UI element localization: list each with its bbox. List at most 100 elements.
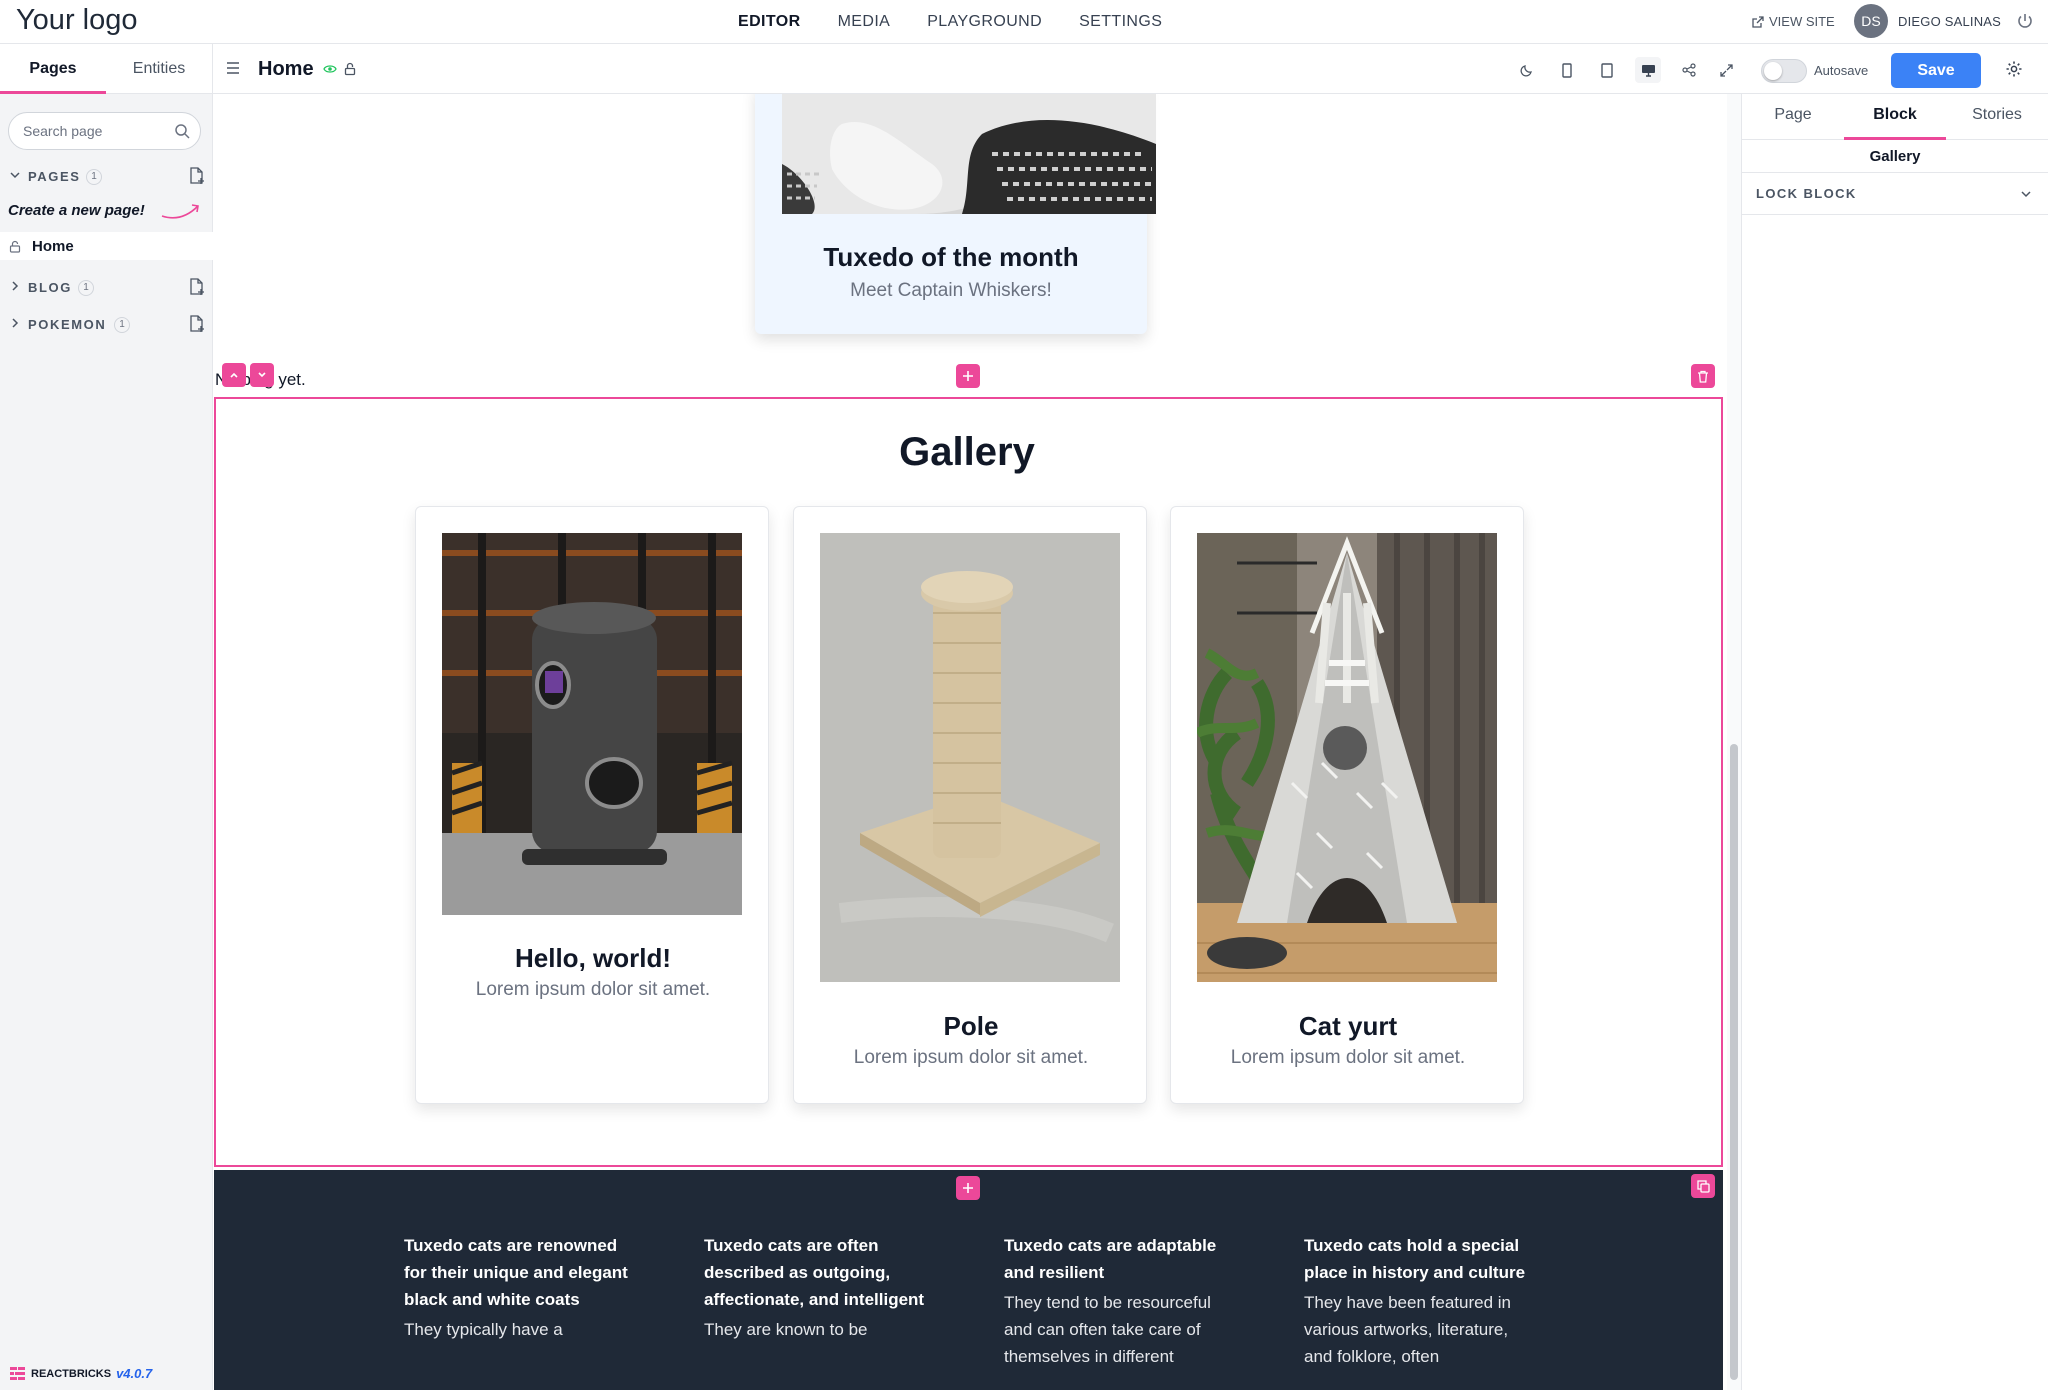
tab-block[interactable]: Block bbox=[1844, 94, 1946, 140]
page-item-home[interactable]: Home bbox=[0, 232, 213, 260]
chevron-right-icon bbox=[12, 281, 19, 291]
selected-block-name: Gallery bbox=[1742, 140, 2048, 173]
desktop-view-icon[interactable] bbox=[1635, 57, 1661, 83]
tab-pages[interactable]: Pages bbox=[0, 44, 106, 94]
fullscreen-icon[interactable] bbox=[1713, 57, 1739, 83]
menu-icon[interactable] bbox=[225, 61, 241, 75]
logo[interactable]: Your logo bbox=[16, 4, 137, 37]
add-block-button[interactable] bbox=[956, 364, 980, 388]
editor-toolbar: Home Autosave Save bbox=[213, 44, 2048, 94]
section-label: PAGES bbox=[28, 169, 81, 184]
feature-column[interactable]: Tuxedo cats are often described as outgo… bbox=[704, 1232, 934, 1343]
tablet-view-icon[interactable] bbox=[1594, 57, 1620, 83]
feature-card-title[interactable]: Tuxedo of the month bbox=[755, 242, 1147, 273]
lock-block-label: LOCK BLOCK bbox=[1756, 186, 1857, 201]
move-up-button[interactable] bbox=[222, 363, 246, 387]
gallery-title[interactable]: Gallery bbox=[213, 430, 1721, 475]
move-down-button[interactable] bbox=[250, 363, 274, 387]
chevron-down-icon bbox=[2021, 191, 2031, 198]
gallery-card[interactable]: Hello, world! Lorem ipsum dolor sit amet… bbox=[415, 506, 769, 1104]
autosave-toggle[interactable] bbox=[1761, 59, 1807, 83]
main-nav: EDITOR MEDIA PLAYGROUND SETTINGS bbox=[738, 13, 1162, 31]
feature-heading[interactable]: Tuxedo cats are adaptable and resilient bbox=[1004, 1232, 1234, 1286]
sidebar-tabs: Pages Entities bbox=[0, 44, 212, 94]
add-page-icon[interactable] bbox=[188, 167, 205, 185]
search-box bbox=[8, 112, 201, 150]
canvas-scrollbar[interactable] bbox=[1727, 94, 1741, 1390]
create-page-hint: Create a new page! bbox=[8, 202, 145, 219]
reactbricks-badge[interactable]: REACTBRICKS v4.0.7 bbox=[10, 1366, 152, 1381]
search-input[interactable] bbox=[23, 123, 173, 139]
mobile-view-icon[interactable] bbox=[1554, 57, 1580, 83]
page-item-label: Home bbox=[32, 238, 74, 255]
gallery-card-title[interactable]: Cat yurt bbox=[1171, 1011, 1525, 1042]
section-label: POKEMON bbox=[28, 317, 107, 332]
save-button[interactable]: Save bbox=[1891, 53, 1981, 88]
brand-name: REACTBRICKS bbox=[31, 1367, 112, 1380]
section-blog[interactable]: BLOG 1 bbox=[0, 272, 213, 302]
chevron-down-icon bbox=[10, 172, 20, 179]
search-icon[interactable] bbox=[174, 123, 190, 139]
feature-text[interactable]: They tend to be resourceful and can ofte… bbox=[1004, 1289, 1234, 1370]
gallery-card[interactable]: Cat yurt Lorem ipsum dolor sit amet. bbox=[1170, 506, 1524, 1104]
trash-icon bbox=[1698, 370, 1708, 383]
cat-image bbox=[782, 94, 1156, 214]
feature-text[interactable]: They are known to be bbox=[704, 1316, 934, 1343]
cat-teepee-image bbox=[1197, 533, 1497, 982]
scratching-post-image bbox=[820, 533, 1120, 982]
share-icon[interactable] bbox=[1676, 57, 1702, 83]
feature-text[interactable]: They have been featured in various artwo… bbox=[1304, 1289, 1534, 1370]
tab-page[interactable]: Page bbox=[1742, 94, 1844, 139]
gallery-card-title[interactable]: Pole bbox=[794, 1011, 1148, 1042]
feature-column[interactable]: Tuxedo cats hold a special place in hist… bbox=[1304, 1232, 1534, 1370]
nav-playground[interactable]: PLAYGROUND bbox=[927, 13, 1042, 31]
nav-settings[interactable]: SETTINGS bbox=[1079, 13, 1162, 31]
count-badge: 1 bbox=[78, 280, 94, 296]
feature-text[interactable]: They typically have a bbox=[404, 1316, 634, 1343]
feature-column[interactable]: Tuxedo cats are adaptable and resilient … bbox=[1004, 1232, 1234, 1370]
dark-mode-icon[interactable] bbox=[1514, 57, 1540, 83]
feature-column[interactable]: Tuxedo cats are renowned for their uniqu… bbox=[404, 1232, 634, 1343]
feature-heading[interactable]: Tuxedo cats are renowned for their uniqu… bbox=[404, 1232, 634, 1313]
view-site-link[interactable]: VIEW SITE bbox=[1752, 14, 1835, 29]
user-name[interactable]: DIEGO SALINAS bbox=[1898, 14, 2001, 29]
delete-block-button[interactable] bbox=[1691, 364, 1715, 388]
add-block-button[interactable] bbox=[956, 1176, 980, 1200]
count-badge: 1 bbox=[86, 169, 102, 185]
tab-stories[interactable]: Stories bbox=[1946, 94, 2048, 139]
feature-card-subtitle[interactable]: Meet Captain Whiskers! bbox=[755, 280, 1147, 302]
top-navigation: Your logo EDITOR MEDIA PLAYGROUND SETTIN… bbox=[0, 0, 2048, 44]
chevron-up-icon bbox=[230, 372, 238, 378]
gallery-card-subtitle[interactable]: Lorem ipsum dolor sit amet. bbox=[1171, 1047, 1525, 1069]
gallery-card-subtitle[interactable]: Lorem ipsum dolor sit amet. bbox=[416, 979, 770, 1001]
gallery-card-title[interactable]: Hello, world! bbox=[416, 943, 770, 974]
autosave-label: Autosave bbox=[1814, 63, 1869, 78]
feature-heading[interactable]: Tuxedo cats are often described as outgo… bbox=[704, 1232, 934, 1313]
power-icon[interactable] bbox=[2016, 12, 2034, 30]
scroll-thumb[interactable] bbox=[1730, 744, 1738, 1380]
section-pokemon[interactable]: POKEMON 1 bbox=[0, 309, 213, 339]
section-pages[interactable]: PAGES 1 bbox=[0, 161, 213, 191]
toggle-knob bbox=[1764, 62, 1782, 80]
gear-icon[interactable] bbox=[2005, 60, 2023, 78]
cat-tower-image bbox=[442, 533, 742, 915]
add-page-icon[interactable] bbox=[188, 278, 205, 296]
unlock-icon[interactable] bbox=[344, 62, 356, 76]
add-page-icon[interactable] bbox=[188, 315, 205, 333]
gallery-card[interactable]: Pole Lorem ipsum dolor sit amet. bbox=[793, 506, 1147, 1104]
plus-icon bbox=[963, 1183, 973, 1193]
nav-media[interactable]: MEDIA bbox=[838, 13, 891, 31]
lock-block-section[interactable]: LOCK BLOCK bbox=[1742, 173, 2048, 215]
nav-editor[interactable]: EDITOR bbox=[738, 13, 801, 31]
feature-heading[interactable]: Tuxedo cats hold a special place in hist… bbox=[1304, 1232, 1534, 1286]
version-label: v4.0.7 bbox=[116, 1366, 153, 1381]
tab-entities[interactable]: Entities bbox=[106, 44, 212, 93]
avatar[interactable]: DS bbox=[1854, 4, 1888, 38]
reactbricks-logo-icon bbox=[10, 1366, 25, 1380]
gallery-card-subtitle[interactable]: Lorem ipsum dolor sit amet. bbox=[794, 1047, 1148, 1069]
eye-icon[interactable] bbox=[323, 63, 337, 75]
view-site-label: VIEW SITE bbox=[1769, 14, 1835, 29]
right-sidebar: Page Block Stories Gallery LOCK BLOCK bbox=[1741, 94, 2048, 1390]
features-block[interactable]: Tuxedo cats are renowned for their uniqu… bbox=[214, 1170, 1723, 1390]
duplicate-block-button[interactable] bbox=[1691, 1174, 1715, 1198]
